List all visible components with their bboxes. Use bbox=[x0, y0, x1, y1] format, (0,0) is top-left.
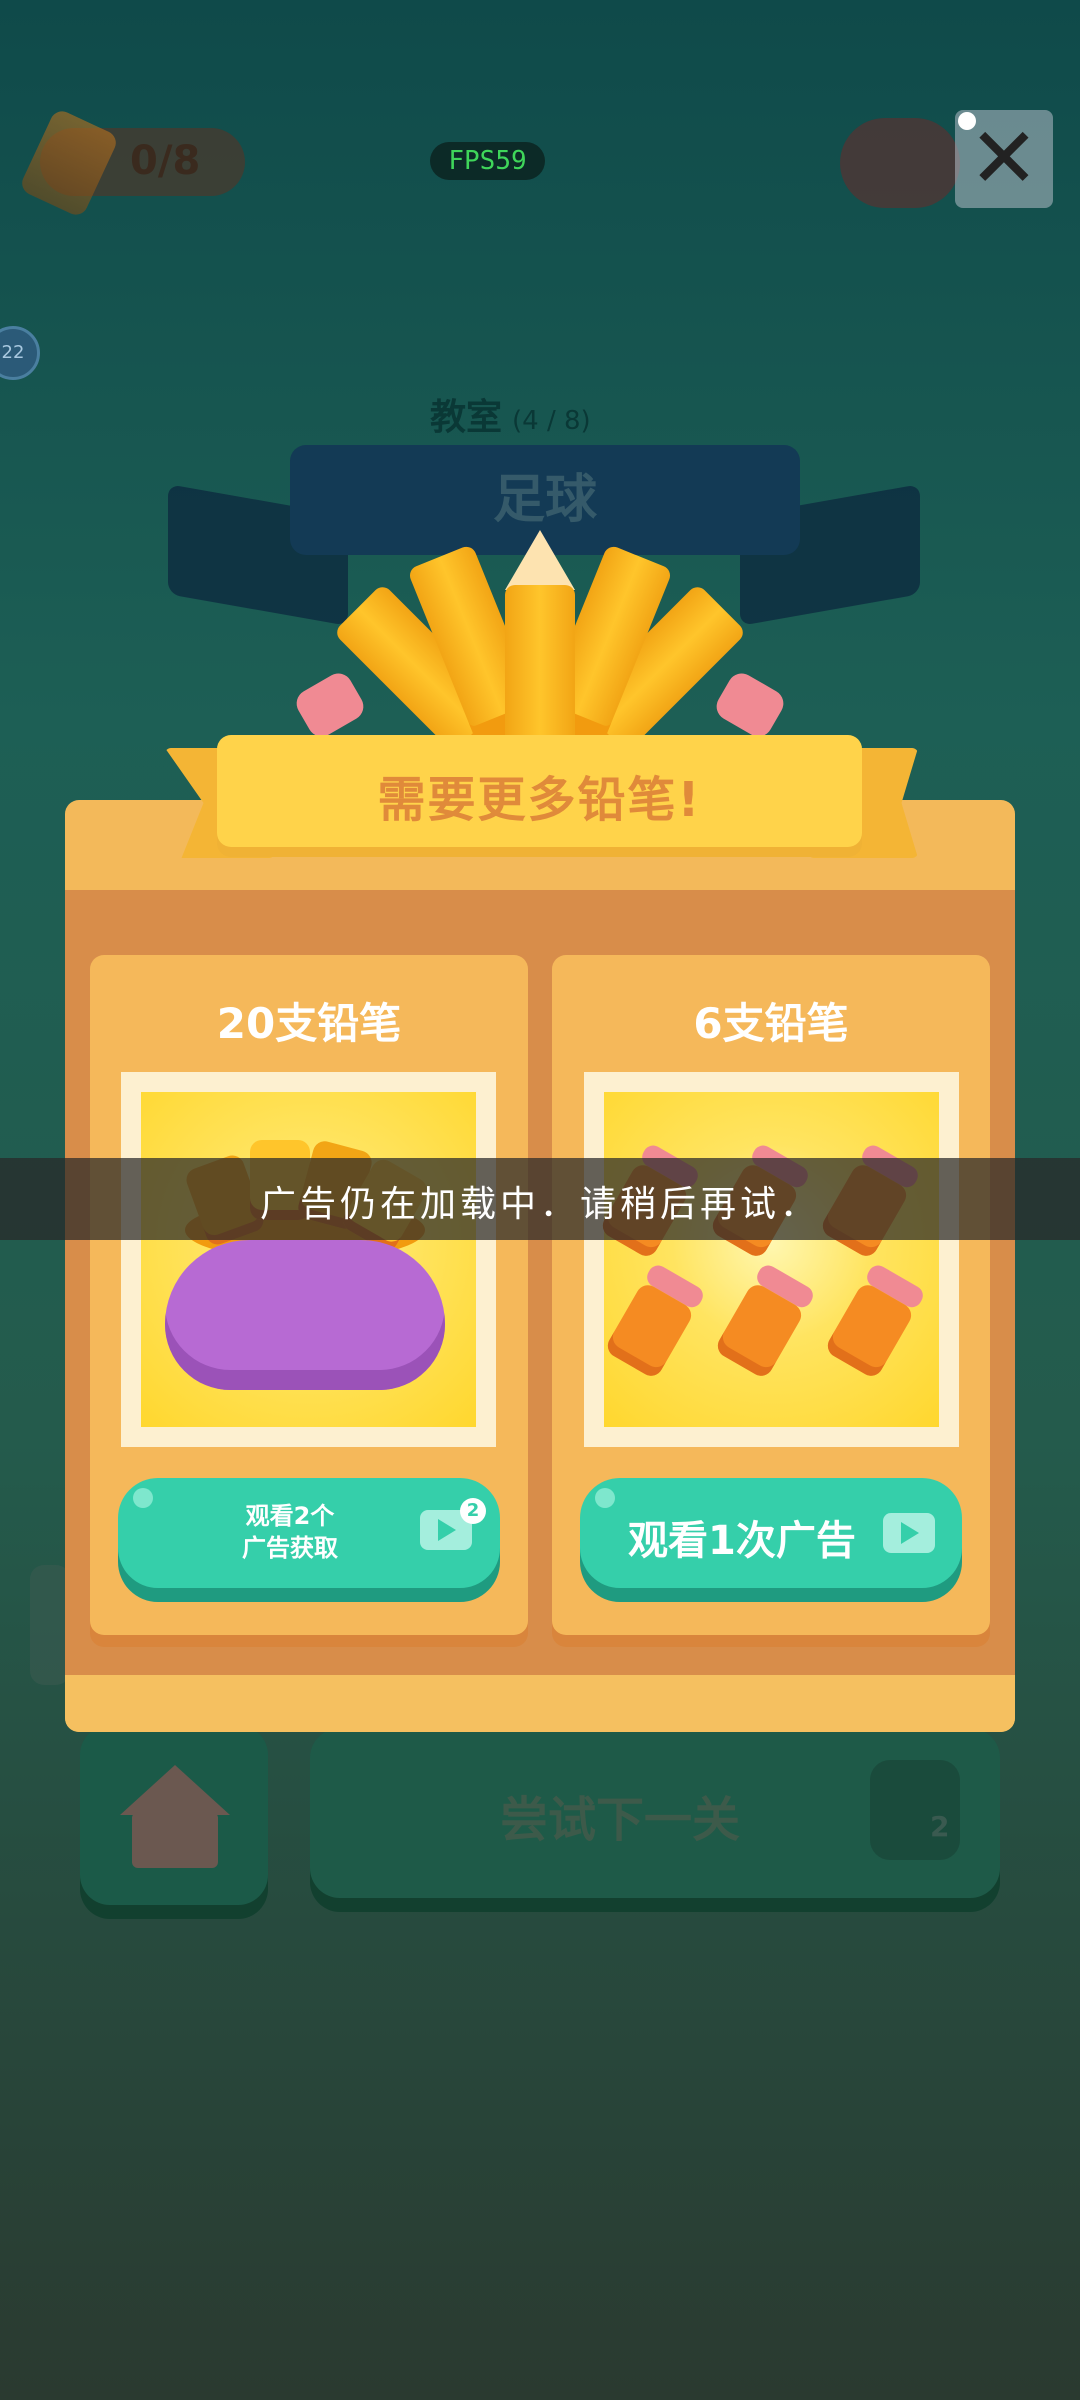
coin-jar-icon bbox=[840, 118, 960, 208]
purple-bag-icon bbox=[165, 1240, 445, 1390]
home-icon bbox=[120, 1765, 230, 1815]
popup-bottom-edge bbox=[65, 1675, 1015, 1732]
play-triangle bbox=[438, 1519, 456, 1541]
toast-message: 广告仍在加载中．请稍后再试． bbox=[259, 1184, 820, 1225]
play-triangle bbox=[901, 1522, 919, 1544]
next-level-label: 尝试下一关 bbox=[500, 1792, 741, 1848]
level-badge: 22 bbox=[0, 326, 40, 380]
home-icon-body bbox=[132, 1812, 218, 1868]
pencil-cost-value: 2 bbox=[930, 1810, 950, 1843]
button-shine bbox=[595, 1488, 615, 1508]
pencil-icon bbox=[18, 107, 120, 219]
pencil-fan-icon bbox=[291, 530, 789, 775]
offer-card-title: 20支铅笔 bbox=[216, 999, 402, 1048]
fps-counter: FPS59 bbox=[430, 142, 545, 180]
pencil-icon bbox=[713, 1261, 817, 1381]
watch-2-ads-label: 观看2个 广告获取 bbox=[242, 1502, 338, 1562]
play-video-icon bbox=[883, 1513, 935, 1553]
pencil-count-text: 0/8 bbox=[130, 138, 201, 184]
offer-card-title: 6支铅笔 bbox=[693, 999, 849, 1048]
popup-title: 需要更多铅笔! bbox=[377, 772, 702, 828]
touch-indicator bbox=[958, 112, 976, 130]
level-category: 教室 (4 / 8) bbox=[430, 397, 591, 438]
watch-1-ad-label: 观看1次广告 bbox=[628, 1518, 856, 1564]
button-shine bbox=[133, 1488, 153, 1508]
fan-pencil-tip bbox=[505, 530, 575, 590]
eraser-left bbox=[291, 668, 369, 742]
background-decoration bbox=[30, 1565, 70, 1685]
eraser-right bbox=[711, 668, 789, 742]
pencil-icon bbox=[823, 1261, 927, 1381]
ad-count-badge: 2 bbox=[460, 1498, 486, 1524]
